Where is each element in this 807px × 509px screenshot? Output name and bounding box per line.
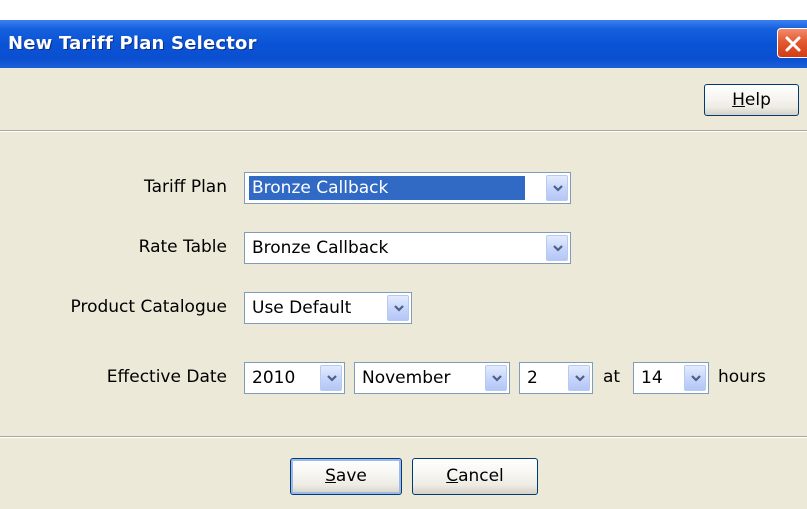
tariff-plan-label: Tariff Plan	[144, 177, 227, 197]
footer-bar: Save Cancel	[0, 437, 807, 509]
effective-date-label: Effective Date	[106, 367, 227, 387]
hours-label: hours	[718, 367, 766, 387]
effective-month-value: November	[362, 368, 451, 388]
rate-table-dropdown-button[interactable]	[546, 235, 568, 261]
rate-table-select[interactable]: Bronze Callback	[244, 232, 571, 264]
effective-hour-dropdown-button[interactable]	[684, 365, 706, 391]
close-button[interactable]	[777, 28, 807, 58]
cancel-button[interactable]: Cancel	[412, 458, 538, 495]
save-button[interactable]: Save	[290, 458, 402, 495]
window-title: New Tariff Plan Selector	[8, 33, 257, 54]
save-button-label: Save	[325, 466, 367, 486]
help-button[interactable]: Help	[704, 84, 799, 116]
effective-year-select[interactable]: 2010	[244, 362, 345, 394]
at-label: at	[603, 367, 621, 387]
product-catalogue-dropdown-button[interactable]	[387, 295, 409, 321]
rate-table-label: Rate Table	[138, 237, 227, 257]
help-button-label: Help	[732, 90, 771, 110]
product-catalogue-select[interactable]: Use Default	[244, 292, 412, 324]
product-catalogue-value: Use Default	[252, 298, 352, 318]
help-bar: Help	[0, 68, 807, 131]
effective-day-dropdown-button[interactable]	[568, 365, 590, 391]
effective-hour-select[interactable]: 14	[633, 362, 709, 394]
tariff-plan-selector-window: New Tariff Plan Selector Help Tariff Pla…	[0, 0, 807, 509]
effective-day-select[interactable]: 2	[519, 362, 593, 394]
title-bar[interactable]: New Tariff Plan Selector	[0, 20, 807, 68]
effective-day-value: 2	[527, 368, 538, 388]
tariff-plan-value: Bronze Callback	[249, 176, 525, 200]
top-strip	[0, 0, 807, 20]
effective-month-select[interactable]: November	[354, 362, 510, 394]
form-panel: Tariff Plan Bronze Callback Rate Table B…	[0, 131, 807, 437]
effective-month-dropdown-button[interactable]	[485, 365, 507, 391]
effective-year-dropdown-button[interactable]	[320, 365, 342, 391]
tariff-plan-dropdown-button[interactable]	[546, 175, 568, 201]
tariff-plan-select[interactable]: Bronze Callback	[244, 172, 571, 204]
rate-table-value: Bronze Callback	[252, 238, 389, 258]
effective-year-value: 2010	[252, 368, 296, 388]
product-catalogue-label: Product Catalogue	[70, 297, 227, 317]
effective-hour-value: 14	[641, 368, 663, 388]
cancel-button-label: Cancel	[446, 466, 504, 486]
